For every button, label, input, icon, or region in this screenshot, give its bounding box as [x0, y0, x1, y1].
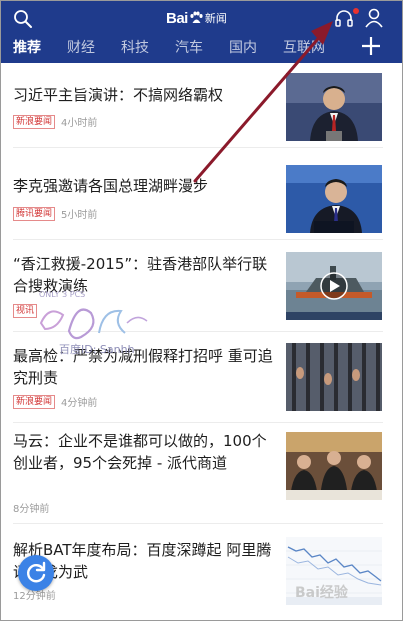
source-tag: 新浪要闻: [13, 394, 56, 409]
refresh-icon: [27, 561, 46, 583]
news-title: 最高检：严禁为减刑假释打招呼 重可追究刑责: [13, 347, 273, 387]
chart-thumbnail: [286, 537, 382, 605]
video-thumbnail[interactable]: [286, 252, 382, 320]
category-tabs: 推荐 财经 科技 汽车 国内 互联网 2: [1, 33, 353, 61]
add-channel-icon[interactable]: [360, 35, 382, 57]
divider: [13, 422, 383, 423]
news-title: “香江救援-2015”：驻香港部队举行联合搜救演练: [13, 255, 268, 295]
source-tag: 腾讯要闻: [13, 206, 56, 221]
tab-internet[interactable]: 互联网: [283, 37, 325, 57]
tab-fade: [331, 33, 353, 61]
news-thumbnail: [286, 73, 382, 141]
user-icon[interactable]: [364, 7, 384, 29]
news-meta: 8分钟前: [13, 500, 49, 515]
news-thumbnail: [286, 343, 382, 411]
paw-icon: [190, 11, 203, 23]
tab-domestic[interactable]: 国内: [229, 37, 257, 57]
news-time: 8分钟前: [13, 504, 50, 515]
top-header: Bai 新闻 推荐 财经 科技 汽车 国内 互联网: [1, 1, 402, 63]
baidu-news-logo: Bai 新闻: [166, 7, 227, 29]
news-meta: 新浪要闻 4分钟前: [13, 394, 97, 409]
refresh-button[interactable]: [18, 555, 54, 591]
news-time: 4分钟前: [61, 398, 98, 409]
news-title: 马云：企业不是谁都可以做的，100个创业者，95个会死掉 - 派代商道: [13, 432, 267, 472]
news-title: 李克强邀请各国总理湖畔漫步: [13, 177, 209, 195]
divider: [13, 523, 383, 524]
news-time: 5小时前: [61, 210, 98, 221]
news-meta: 腾讯要闻 5小时前: [13, 206, 97, 221]
app-frame: Bai 新闻 推荐 财经 科技 汽车 国内 互联网 习近平主旨演讲：不搞网络霸权…: [0, 0, 403, 621]
source-tag: 视讯: [13, 304, 38, 318]
divider: [13, 147, 383, 148]
tab-auto[interactable]: 汽车: [175, 37, 203, 57]
search-icon[interactable]: [13, 9, 33, 29]
notification-dot: [353, 8, 359, 14]
logo-text: Bai: [166, 9, 188, 27]
news-meta: 视讯: [13, 304, 43, 318]
headphones-icon[interactable]: [333, 7, 355, 29]
divider: [13, 239, 383, 240]
news-title: 习近平主旨演讲：不搞网络霸权: [13, 86, 224, 104]
news-thumbnail: [286, 165, 382, 233]
tab-recommend[interactable]: 推荐: [13, 37, 41, 57]
news-time: 4小时前: [61, 118, 98, 129]
news-meta: 新浪要闻 4小时前: [13, 114, 97, 129]
tab-finance[interactable]: 财经: [67, 37, 95, 57]
news-thumbnail: [286, 432, 382, 500]
logo-news-text: 新闻: [204, 12, 227, 25]
divider: [13, 331, 383, 332]
tab-tech[interactable]: 科技: [121, 37, 149, 57]
source-tag: 新浪要闻: [13, 114, 56, 129]
